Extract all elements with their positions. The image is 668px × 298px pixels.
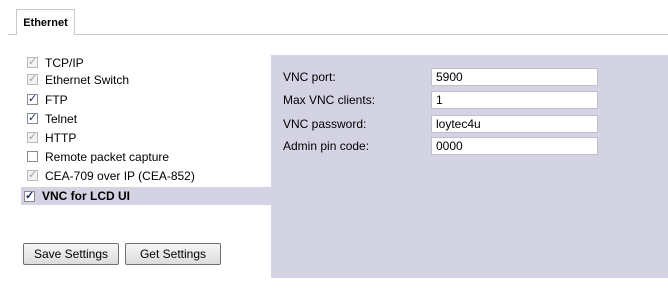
admin-pin-input[interactable]	[431, 137, 598, 155]
vnc-port-input[interactable]	[431, 68, 598, 86]
cea-709-label: CEA-709 over IP (CEA-852)	[45, 168, 195, 183]
list-item-ethernet-switch: Ethernet Switch	[24, 71, 129, 88]
vnc-lcd-ui-checkbox[interactable]	[24, 189, 35, 203]
list-item-http: HTTP	[24, 129, 76, 146]
admin-pin-label: Admin pin code:	[283, 139, 370, 153]
tab-strip-line	[8, 34, 668, 35]
get-settings-button[interactable]: Get Settings	[125, 243, 221, 265]
list-item-cea-709: CEA-709 over IP (CEA-852)	[24, 167, 195, 184]
telnet-checkbox[interactable]	[27, 111, 38, 125]
list-item-ftp[interactable]: FTP	[24, 91, 68, 108]
cea-709-checkbox	[27, 168, 38, 182]
remote-packet-capture-checkbox[interactable]	[27, 151, 38, 162]
ftp-label[interactable]: FTP	[45, 93, 68, 107]
telnet-label[interactable]: Telnet	[45, 112, 77, 126]
list-item-telnet[interactable]: Telnet	[24, 110, 77, 127]
max-vnc-clients-label: Max VNC clients:	[283, 93, 376, 107]
list-item-remote-packet-capture[interactable]: Remote packet capture	[24, 148, 169, 165]
remote-packet-capture-label[interactable]: Remote packet capture	[45, 150, 169, 164]
tab-ethernet[interactable]: Ethernet	[16, 9, 75, 35]
list-item-vnc-lcd-ui[interactable]: VNC for LCD UI	[21, 187, 271, 205]
http-label: HTTP	[45, 130, 77, 145]
list-item-tcpip: TCP/IP	[24, 54, 84, 71]
http-checkbox	[27, 130, 38, 144]
max-vnc-clients-input[interactable]	[431, 91, 598, 109]
tcpip-label: TCP/IP	[45, 55, 84, 70]
vnc-settings-panel	[271, 55, 668, 278]
vnc-password-label: VNC password:	[283, 117, 367, 131]
vnc-lcd-ui-label[interactable]: VNC for LCD UI	[42, 189, 130, 203]
vnc-port-label: VNC port:	[283, 70, 336, 84]
ethernet-switch-checkbox	[27, 72, 38, 86]
ftp-checkbox[interactable]	[27, 92, 38, 106]
save-settings-button[interactable]: Save Settings	[23, 243, 119, 265]
tcpip-checkbox	[27, 55, 38, 69]
vnc-password-input[interactable]	[431, 115, 598, 133]
ethernet-switch-label: Ethernet Switch	[45, 72, 130, 87]
